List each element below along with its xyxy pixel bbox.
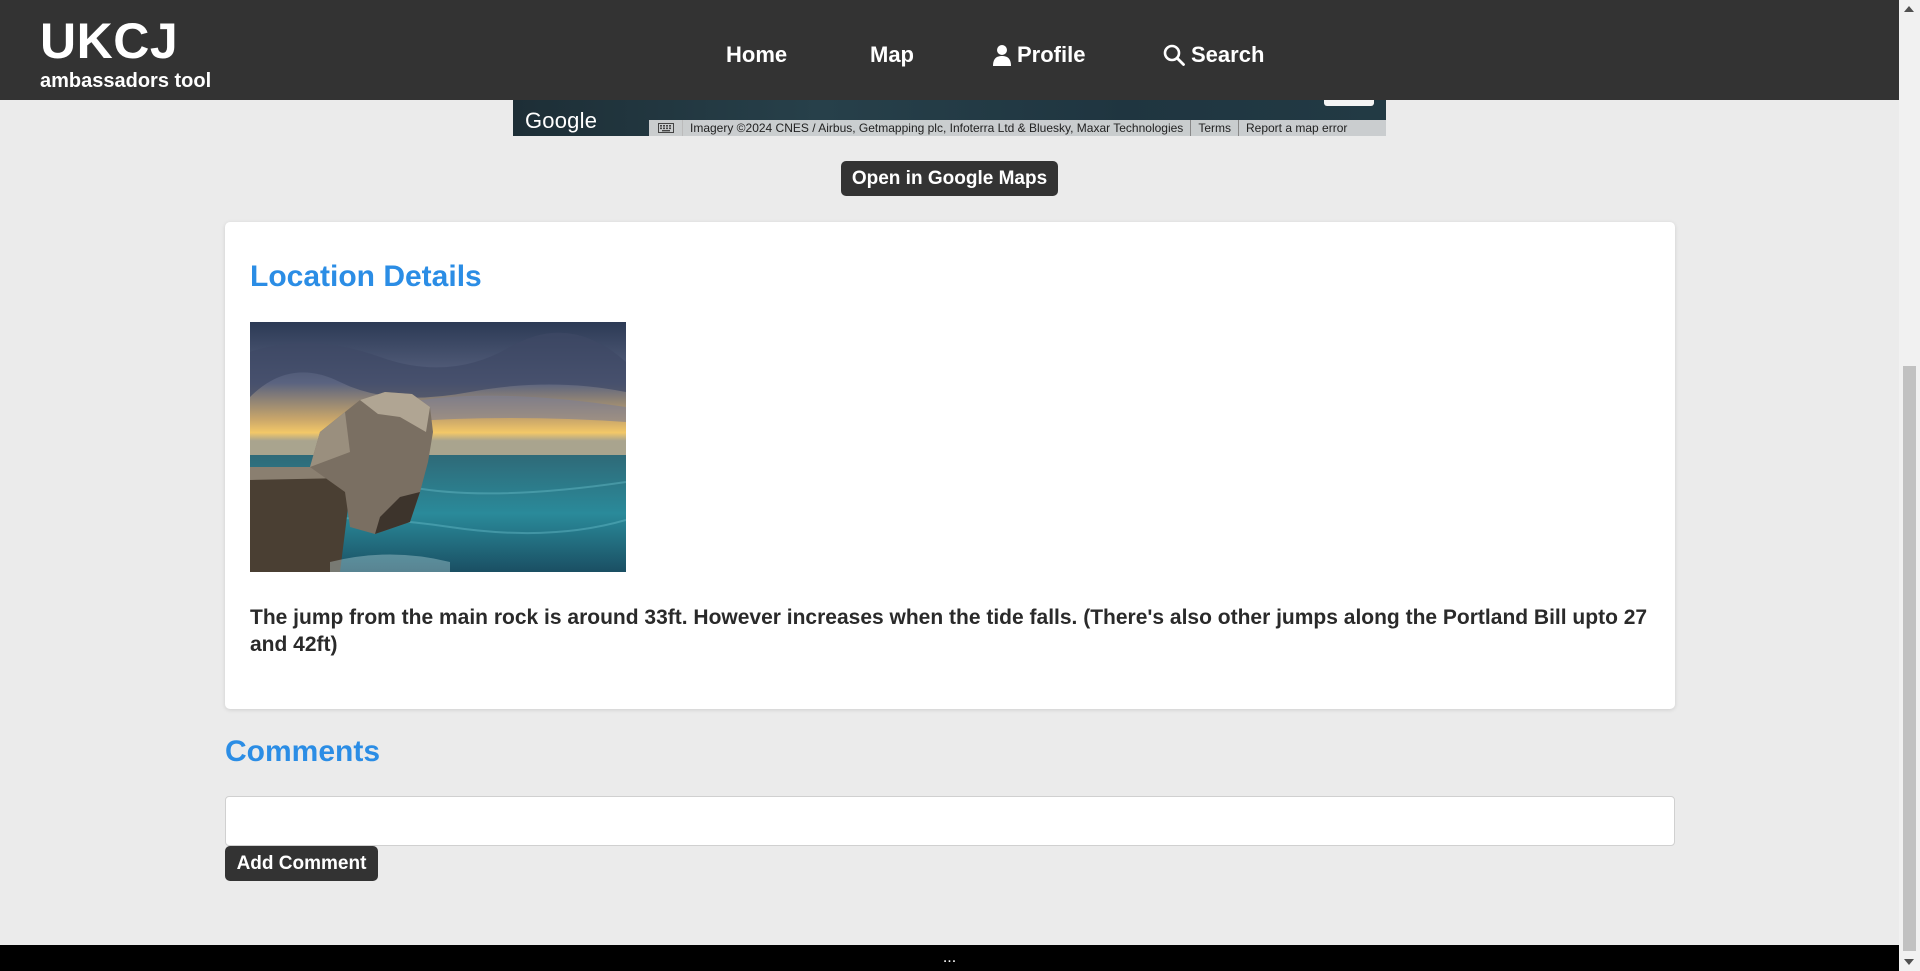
nav-search-label: Search <box>1191 42 1265 67</box>
scroll-up-arrow-icon[interactable] <box>1904 6 1914 12</box>
footer-bar: ... <box>0 945 1899 971</box>
location-description: The jump from the main rock is around 33… <box>250 606 1648 656</box>
map-report-error-link[interactable]: Report a map error <box>1237 120 1354 136</box>
nav-map-label: Map <box>870 42 914 67</box>
nav-home[interactable]: Home <box>726 42 787 68</box>
map-attribution-bar: Imagery ©2024 CNES / Airbus, Getmapping … <box>649 120 1386 136</box>
map-embed[interactable]: Google Imagery ©2024 CNES / Airbus, Getm… <box>513 100 1386 136</box>
add-comment-button[interactable]: Add Comment <box>225 846 378 881</box>
page-scrollbar[interactable] <box>1899 0 1920 971</box>
scroll-thumb[interactable] <box>1903 366 1916 951</box>
person-icon <box>993 44 1011 66</box>
map-imagery-credit: Imagery ©2024 CNES / Airbus, Getmapping … <box>690 121 1184 135</box>
brand-subtitle: ambassadors tool <box>40 70 212 92</box>
top-header: UKCJ ambassadors tool Home Map Profile S… <box>0 0 1899 100</box>
nav-profile[interactable]: Profile <box>993 42 1085 68</box>
scroll-down-arrow-icon[interactable] <box>1904 959 1914 965</box>
location-photo <box>250 322 626 572</box>
nav-profile-label: Profile <box>1017 42 1086 67</box>
google-logo: Google <box>525 108 598 133</box>
nav-search[interactable]: Search <box>1163 42 1264 68</box>
nav-map[interactable]: Map <box>870 42 914 68</box>
main-nav: Home Map Profile Search <box>0 42 1899 72</box>
comment-input[interactable] <box>225 796 1675 846</box>
comments-title: Comments <box>225 735 381 768</box>
keyboard-icon[interactable] <box>649 120 683 136</box>
map-terms-link[interactable]: Terms <box>1190 120 1238 136</box>
nav-home-label: Home <box>726 42 788 67</box>
open-in-google-maps-button[interactable]: Open in Google Maps <box>841 161 1058 196</box>
location-details-card: Location Details The jump from the main … <box>225 222 1675 709</box>
location-details-title: Location Details <box>250 260 482 293</box>
search-icon <box>1163 44 1185 66</box>
map-control[interactable] <box>1324 100 1374 106</box>
